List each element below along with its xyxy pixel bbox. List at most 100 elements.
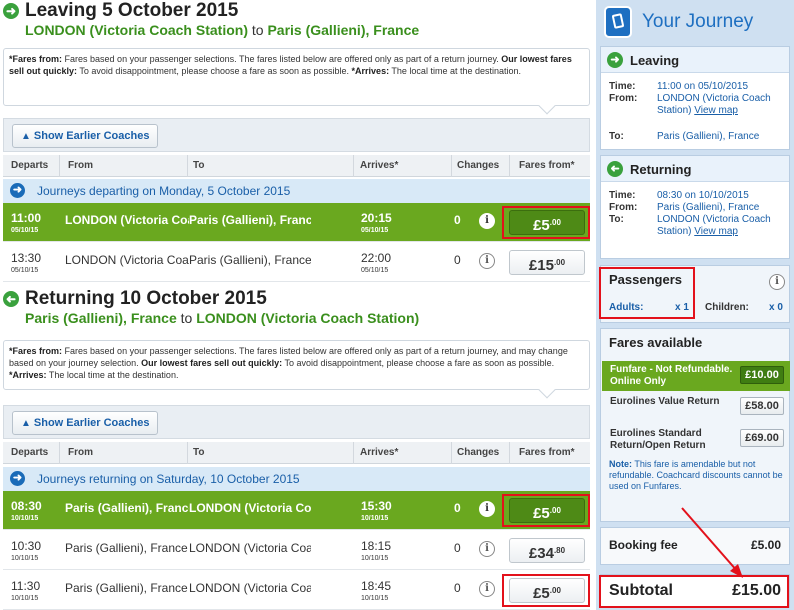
from-station: LONDON (Victoria Coach Station) [65, 253, 189, 267]
outbound-route: LONDON (Victoria Coach Station) to Paris… [25, 22, 419, 38]
notice-text: The local time at the destination. [48, 370, 179, 380]
day-label: Journeys departing on Monday, 5 October … [37, 184, 291, 198]
depart-time: 11:30 [11, 579, 41, 593]
arrive-date: 10/10/15 [361, 595, 389, 602]
depart-date: 05/10/15 [11, 267, 39, 274]
arrive-date: 10/10/15 [361, 515, 389, 522]
notice-pointer [538, 381, 556, 399]
info-icon[interactable]: i [479, 541, 495, 557]
info-icon[interactable]: i [479, 581, 495, 597]
changes-count: 0 [454, 501, 461, 515]
chevron-up-icon: ▲ [21, 418, 31, 429]
notice-label: *Arrives: [9, 370, 47, 380]
journey-results: ➜ Leaving 5 October 2015 LONDON (Victori… [0, 0, 593, 610]
journey-row[interactable]: 13:30 05/10/15 LONDON (Victoria Coach Stat… [3, 243, 590, 282]
chevron-up-icon: ▲ [21, 131, 31, 142]
highlight-box [502, 494, 590, 527]
col-to: To [193, 160, 205, 171]
your-journey-sidebar: Your Journey ➜ Leaving Time: 11:00 on 05… [596, 0, 794, 610]
col-changes: Changes [457, 447, 500, 458]
arrive-time: 22:00 [361, 251, 392, 265]
notice-label: *Fares from: [9, 54, 63, 64]
col-fares: Fares from* [519, 447, 575, 458]
inbound-day-row: ➜ Journeys returning on Saturday, 10 Oct… [3, 467, 590, 491]
outbound-day-row: ➜ Journeys departing on Monday, 5 Octobe… [3, 179, 590, 203]
arrive-date: 05/10/15 [361, 227, 389, 234]
inbound-header: ➜ Returning 10 October 2015 Paris (Galli… [0, 288, 593, 328]
depart-time: 08:30 [11, 499, 42, 513]
changes-count: 0 [454, 541, 461, 555]
notice-label: *Fares from: [9, 346, 63, 356]
fare-button[interactable]: £15.00 [509, 250, 585, 275]
arrow-right-icon: ➜ [3, 3, 19, 19]
fare-decimal: .80 [553, 546, 566, 555]
notice-text: To avoid disappointment, please choose a… [79, 66, 350, 76]
depart-date: 10/10/15 [11, 595, 39, 602]
col-from: From [68, 447, 93, 458]
to-station: LONDON (Victoria Coach Station) [189, 541, 311, 555]
depart-time: 13:30 [11, 251, 42, 265]
outbound-table-header: Departs From To Arrives* Changes Fares f… [3, 155, 590, 177]
arrive-time: 20:15 [361, 211, 392, 225]
depart-date: 10/10/15 [11, 555, 39, 562]
col-departs: Departs [11, 447, 49, 458]
day-label: Journeys returning on Saturday, 10 Octob… [37, 472, 300, 486]
changes-count: 0 [454, 253, 461, 267]
arrive-time: 18:15 [361, 539, 392, 553]
col-arrives: Arrives* [360, 447, 399, 458]
inbound-table-header: Departs From To Arrives* Changes Fares f… [3, 442, 590, 464]
button-label: Show Earlier Coaches [33, 130, 150, 142]
col-changes: Changes [457, 160, 500, 171]
arrow-right-icon: ➜ [10, 183, 25, 198]
from-station: LONDON (Victoria Coach Station) [65, 213, 189, 227]
arrive-time: 18:45 [361, 579, 392, 593]
inbound-title: Returning 10 October 2015 [25, 288, 267, 309]
earlier-coaches-bar: ▲ Show Earlier Coaches [3, 118, 590, 152]
earlier-coaches-bar: ▲ Show Earlier Coaches [3, 405, 590, 439]
route-destination: LONDON (Victoria Coach Station) [196, 310, 420, 326]
button-label: Show Earlier Coaches [33, 417, 150, 429]
changes-count: 0 [454, 213, 461, 227]
fare-main: £34 [528, 545, 554, 562]
arrive-date: 10/10/15 [361, 555, 389, 562]
show-earlier-coaches-button[interactable]: ▲ Show Earlier Coaches [12, 411, 159, 435]
fare-decimal: .00 [553, 258, 566, 267]
annotation-arrow-icon [681, 507, 743, 578]
route-destination: Paris (Gallieni), France [267, 22, 420, 38]
arrow-right-icon: ➜ [10, 471, 25, 486]
highlight-box [502, 206, 590, 239]
changes-count: 0 [454, 581, 461, 595]
outbound-header: ➜ Leaving 5 October 2015 LONDON (Victori… [0, 0, 593, 40]
col-from: From [68, 160, 93, 171]
journey-row[interactable]: 10:30 10/10/15 Paris (Gallieni), France LON… [3, 531, 590, 570]
fare-button[interactable]: £34.80 [509, 538, 585, 563]
arrive-time: 15:30 [361, 499, 392, 513]
arrow-left-icon: ➜ [3, 291, 19, 307]
notice-pointer [538, 97, 556, 115]
to-station: LONDON (Victoria Coach Station) [189, 581, 311, 595]
notice-text: The local time at the destination. [391, 66, 521, 76]
route-to-word: to [251, 22, 264, 38]
route-to-word: to [180, 310, 193, 326]
highlight-box [502, 574, 590, 607]
info-icon[interactable]: i [479, 253, 495, 269]
depart-date: 05/10/15 [11, 227, 39, 234]
route-origin: LONDON (Victoria Coach Station) [25, 22, 248, 38]
show-earlier-coaches-button[interactable]: ▲ Show Earlier Coaches [12, 124, 159, 148]
col-arrives: Arrives* [360, 160, 399, 171]
to-station: Paris (Gallieni), France [189, 253, 311, 267]
arrive-date: 05/10/15 [361, 267, 389, 274]
col-departs: Departs [11, 160, 49, 171]
info-icon[interactable]: i [479, 501, 495, 517]
to-station: Paris (Gallieni), France [189, 213, 311, 227]
notice-label: Our lowest fares sell out quickly: [141, 358, 283, 368]
fare-main: £15 [528, 257, 554, 274]
inbound-route: Paris (Gallieni), France to LONDON (Vict… [25, 310, 419, 326]
info-icon[interactable]: i [479, 213, 495, 229]
depart-time: 11:00 [11, 211, 42, 225]
notice-label: *Arrives: [351, 66, 390, 76]
notice-text: To avoid disappointment, please choose a… [284, 358, 555, 368]
from-station: Paris (Gallieni), France [65, 501, 189, 515]
fares-notice: *Fares from: Fares based on your passeng… [3, 340, 590, 399]
fares-notice: *Fares from: Fares based on your passeng… [3, 48, 590, 115]
